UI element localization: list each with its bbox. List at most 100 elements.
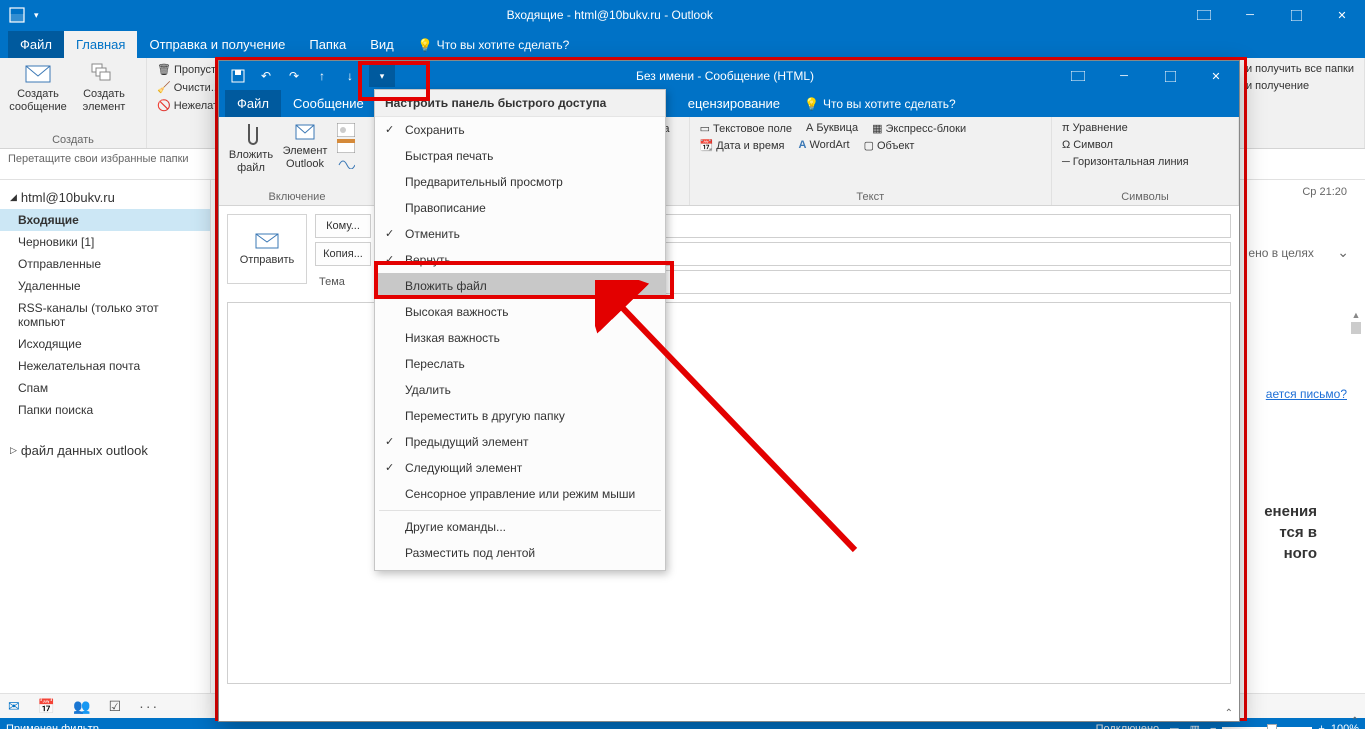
tell-me[interactable]: 💡Что вы хотите сделать? bbox=[406, 32, 582, 58]
horizontal-line-button[interactable]: ─Горизонтальная линия bbox=[1060, 155, 1191, 169]
qat-item-quickprint[interactable]: Быстрая печать bbox=[375, 143, 665, 169]
folder-drafts[interactable]: Черновики [1] bbox=[0, 231, 210, 253]
send-receive-all-button[interactable]: и получить все папки bbox=[1244, 62, 1356, 76]
status-view1-icon[interactable]: ▭ bbox=[1169, 723, 1179, 729]
status-view2-icon[interactable]: ▥ bbox=[1190, 723, 1200, 729]
collapse-ribbon-icon[interactable]: ⌃ bbox=[1351, 716, 1359, 727]
datetime-button[interactable]: 📆Дата и время bbox=[698, 138, 787, 153]
outlook-item-button[interactable]: Элемент Outlook bbox=[281, 121, 329, 171]
tab-send-receive[interactable]: Отправка и получение bbox=[137, 31, 297, 58]
qat-item-preview[interactable]: Предварительный просмотр bbox=[375, 169, 665, 195]
maximize-icon[interactable] bbox=[1273, 0, 1319, 30]
group-symbols-label: Символы bbox=[1060, 189, 1230, 203]
qat-item-move[interactable]: Переместить в другую папку bbox=[375, 403, 665, 429]
object-button[interactable]: ▢Объект bbox=[862, 138, 917, 153]
qat-item-next[interactable]: Следующий элемент bbox=[375, 455, 665, 481]
qat-undo-icon[interactable]: ↶ bbox=[257, 67, 275, 85]
qat-customize-button[interactable]: ▾ bbox=[369, 65, 395, 87]
tab-folder[interactable]: Папка bbox=[297, 31, 358, 58]
compose-tab-file[interactable]: Файл bbox=[225, 90, 281, 117]
expand-caret-icon[interactable]: ⌄ bbox=[1337, 244, 1349, 260]
to-button[interactable]: Кому... bbox=[315, 214, 371, 238]
datetime-icon: 📆 bbox=[700, 139, 714, 152]
qat-item-spelling[interactable]: Правописание bbox=[375, 195, 665, 221]
symbol-button[interactable]: ΩСимвол bbox=[1060, 138, 1115, 152]
dropcap-button[interactable]: AБуквица bbox=[804, 121, 860, 135]
preview-link[interactable]: ается письмо? bbox=[1266, 387, 1347, 401]
folder-inbox[interactable]: Входящие bbox=[0, 209, 210, 231]
close-icon[interactable]: ✕ bbox=[1319, 0, 1365, 30]
wordart-button[interactable]: AWordArt bbox=[796, 138, 851, 152]
datafile-header[interactable]: ▷файл данных outlook bbox=[0, 439, 210, 462]
new-item-button[interactable]: Создать элемент bbox=[74, 62, 134, 114]
qat-save-icon[interactable] bbox=[229, 67, 247, 85]
qat-item-delete[interactable]: Удалить bbox=[375, 377, 665, 403]
folder-rss[interactable]: RSS-каналы (только этот компьют bbox=[0, 297, 210, 333]
tasks-view-icon[interactable]: ☑ bbox=[109, 698, 122, 715]
textbox-icon: ▭ bbox=[700, 122, 710, 135]
cc-button[interactable]: Копия... bbox=[315, 242, 371, 266]
qat-item-below-ribbon[interactable]: Разместить под лентой bbox=[375, 540, 665, 566]
compose-close-icon[interactable]: ✕ bbox=[1193, 61, 1239, 91]
tab-home[interactable]: Главная bbox=[64, 31, 137, 58]
textbox-button[interactable]: ▭Текстовое поле bbox=[698, 121, 794, 136]
new-message-button[interactable]: Создать сообщение bbox=[8, 62, 68, 114]
wordart-icon: A bbox=[798, 139, 806, 151]
folder-spam[interactable]: Спам bbox=[0, 377, 210, 399]
qat-item-touch[interactable]: Сенсорное управление или режим мыши bbox=[375, 481, 665, 507]
compose-tell-me[interactable]: 💡Что вы хотите сделать? bbox=[792, 91, 968, 117]
status-connected: Подключено bbox=[1096, 723, 1160, 729]
scroll-up-icon[interactable]: ▲ bbox=[1352, 310, 1361, 320]
qat-customize-menu: Настроить панель быстрого доступа Сохран… bbox=[374, 89, 666, 571]
qat-item-more-commands[interactable]: Другие команды... bbox=[375, 514, 665, 540]
compose-ribbon-opts-icon[interactable] bbox=[1055, 61, 1101, 91]
account-header[interactable]: ◢html@10bukv.ru bbox=[0, 186, 210, 209]
calendar-view-icon[interactable]: 📅 bbox=[38, 698, 55, 715]
bizcard-icon[interactable] bbox=[337, 123, 355, 137]
tab-view[interactable]: Вид bbox=[358, 31, 406, 58]
qat-item-redo[interactable]: Вернуть bbox=[375, 247, 665, 273]
compose-tab-review[interactable]: ецензирование bbox=[676, 90, 792, 117]
mail-icon bbox=[24, 62, 52, 86]
qat-redo-icon[interactable]: ↷ bbox=[285, 67, 303, 85]
outlook-tabbar: Файл Главная Отправка и получение Папка … bbox=[0, 30, 1365, 58]
attach-file-button[interactable]: Вложить файл bbox=[227, 121, 275, 175]
qat-item-attach-file[interactable]: Вложить файл bbox=[375, 273, 665, 299]
zoom-in-icon[interactable]: + bbox=[1318, 723, 1324, 729]
scroll-thumb[interactable] bbox=[1351, 322, 1361, 334]
people-view-icon[interactable]: 👥 bbox=[73, 698, 90, 715]
folder-deleted[interactable]: Удаленные bbox=[0, 275, 210, 297]
folder-sent[interactable]: Отправленные bbox=[0, 253, 210, 275]
folder-junk[interactable]: Нежелательная почта bbox=[0, 355, 210, 377]
qat-down-icon[interactable]: ↓ bbox=[341, 67, 359, 85]
compose-collapse-ribbon-icon[interactable]: ⌃ bbox=[1225, 708, 1233, 719]
send-receive-button[interactable]: и получение bbox=[1244, 79, 1311, 93]
folder-search[interactable]: Папки поиска bbox=[0, 399, 210, 421]
qat-item-low-importance[interactable]: Низкая важность bbox=[375, 325, 665, 351]
mail-view-icon[interactable]: ✉ bbox=[8, 698, 20, 715]
qat-item-undo[interactable]: Отменить bbox=[375, 221, 665, 247]
quickparts-button[interactable]: ▦Экспресс-блоки bbox=[870, 121, 968, 136]
calendar-icon[interactable] bbox=[337, 139, 355, 153]
items-icon bbox=[90, 62, 118, 86]
qat-item-high-importance[interactable]: Высокая важность bbox=[375, 299, 665, 325]
qat-item-forward[interactable]: Переслать bbox=[375, 351, 665, 377]
qat-item-prev[interactable]: Предыдущий элемент bbox=[375, 429, 665, 455]
minimize-icon[interactable]: ─ bbox=[1227, 0, 1273, 30]
compose-maximize-icon[interactable] bbox=[1147, 61, 1193, 91]
zoom-out-icon[interactable]: − bbox=[1210, 723, 1216, 729]
qat-up-icon[interactable]: ↑ bbox=[313, 67, 331, 85]
ribbon-options-icon[interactable] bbox=[1181, 0, 1227, 30]
signature-icon[interactable] bbox=[337, 155, 355, 169]
compose-tab-message[interactable]: Сообщение bbox=[281, 90, 376, 117]
compose-minimize-icon[interactable]: ─ bbox=[1101, 61, 1147, 91]
more-views-icon[interactable]: ··· bbox=[139, 698, 159, 714]
qat-item-save[interactable]: Сохранить bbox=[375, 117, 665, 143]
ignore-button[interactable]: 🗑Пропуст... bbox=[155, 62, 226, 77]
equation-button[interactable]: πУравнение bbox=[1060, 121, 1130, 135]
send-button[interactable]: Отправить bbox=[227, 214, 307, 284]
cleanup-button[interactable]: 🧹Очисти... bbox=[155, 80, 222, 95]
tab-file[interactable]: Файл bbox=[8, 31, 64, 58]
folder-outbox[interactable]: Исходящие bbox=[0, 333, 210, 355]
qat-separator bbox=[379, 510, 661, 511]
